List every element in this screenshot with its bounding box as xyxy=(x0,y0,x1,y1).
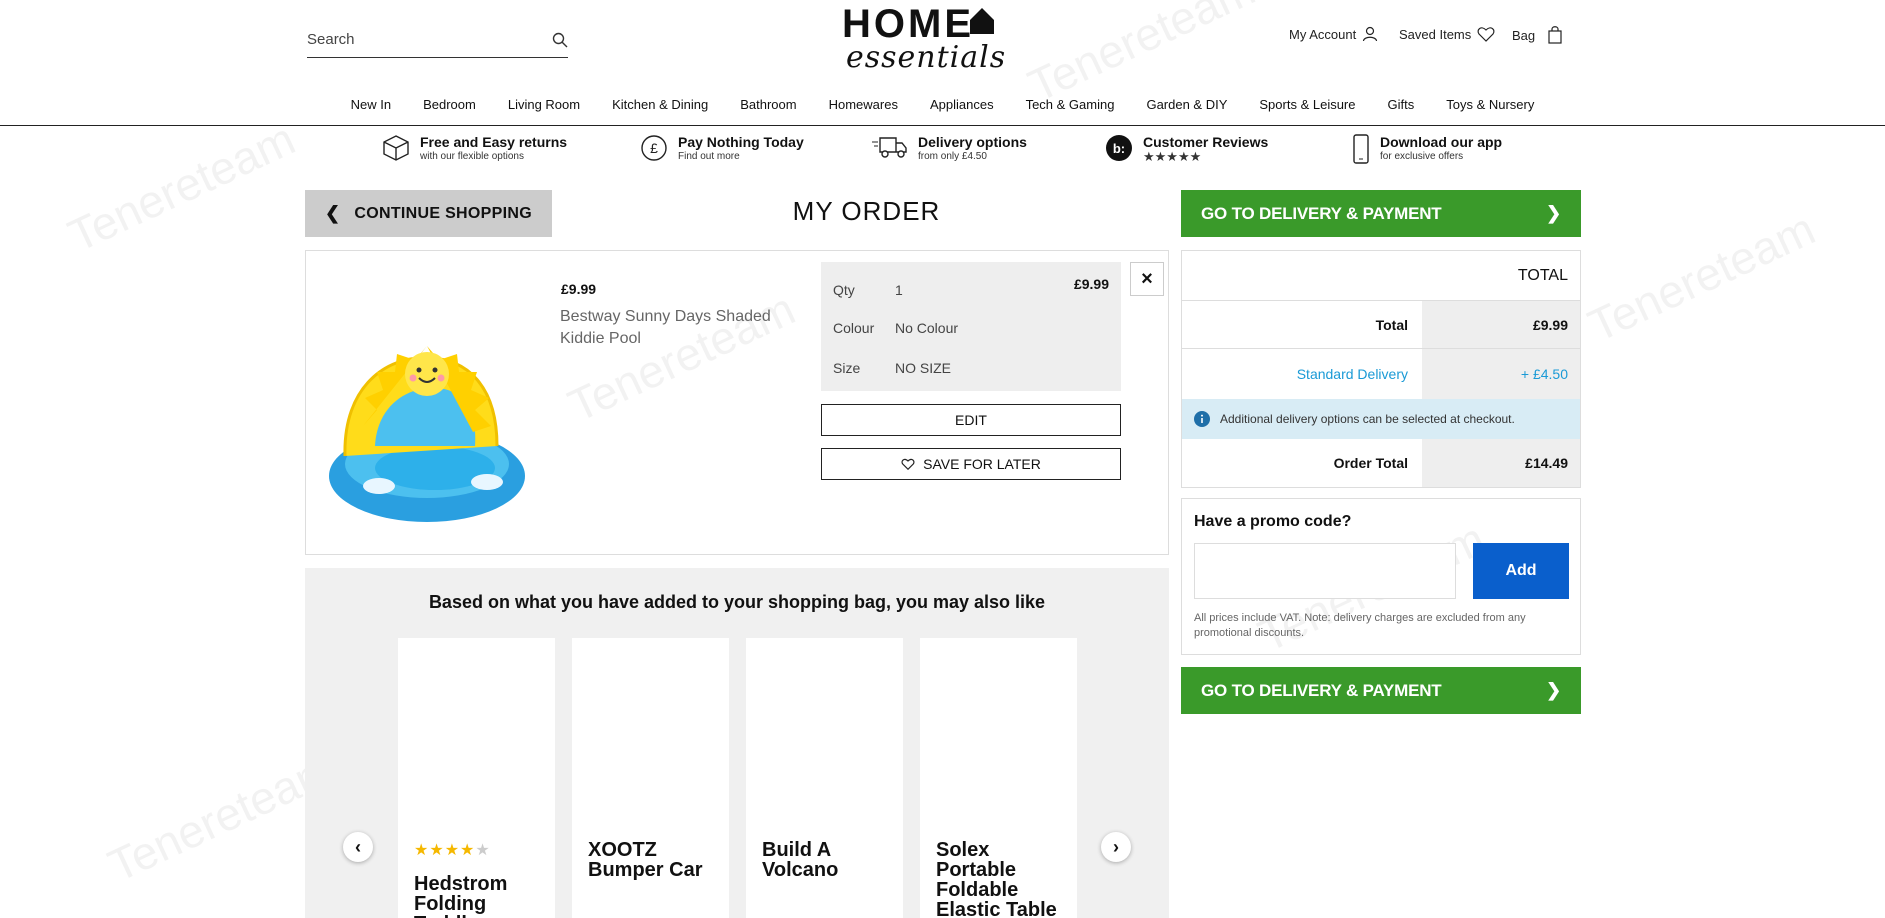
box-icon xyxy=(383,135,409,161)
chevron-right-icon: ❯ xyxy=(1546,203,1561,223)
main-nav: New In Bedroom Living Room Kitchen & Din… xyxy=(0,92,1885,126)
usp-app[interactable]: Download our app for exclusive offers xyxy=(1352,134,1502,164)
my-account-link[interactable]: My Account xyxy=(1289,26,1378,42)
heart-icon xyxy=(1477,27,1495,42)
bag-icon xyxy=(1548,26,1562,44)
logo-essentials: essentials xyxy=(846,40,1007,75)
qty-row: Qty 1 xyxy=(833,282,903,298)
usp-delivery[interactable]: Delivery options from only £4.50 xyxy=(872,134,1027,163)
item-price: £9.99 xyxy=(561,281,597,297)
item-options: Qty 1 £9.99 Colour No Colour Size NO SIZE xyxy=(821,262,1121,391)
carousel-next-button[interactable]: › xyxy=(1101,832,1131,862)
pound-icon: £ xyxy=(641,135,667,161)
promo-heading: Have a promo code? xyxy=(1194,513,1352,530)
promo-code-input[interactable] xyxy=(1194,543,1456,599)
usp-pay-nothing[interactable]: £ Pay Nothing Today Find out more xyxy=(640,134,804,163)
page-title: MY ORDER xyxy=(792,196,941,226)
rec-name: Hedstrom Folding Toddler xyxy=(414,873,508,918)
watermark: Tenereteam xyxy=(1580,202,1823,352)
colour-row: Colour No Colour xyxy=(833,320,959,336)
rec-name: XOOTZ Bumper Car xyxy=(588,839,703,881)
house-icon xyxy=(970,8,994,34)
info-icon xyxy=(1194,411,1210,427)
rec-card[interactable]: XOOTZ Bumper Car xyxy=(572,638,729,918)
carousel-prev-button[interactable]: ‹ xyxy=(343,832,373,862)
summary-header: TOTAL xyxy=(1182,251,1580,301)
heart-icon xyxy=(901,458,915,470)
usp-reviews[interactable]: b: Customer Reviews ★★★★★ xyxy=(1105,134,1268,163)
nav-bathroom[interactable]: Bathroom xyxy=(724,92,812,125)
nav-tech-gaming[interactable]: Tech & Gaming xyxy=(1010,92,1131,125)
promo-box: Have a promo code? Add All prices includ… xyxy=(1181,498,1581,655)
rating-stars: ★★★★★ xyxy=(414,842,491,859)
chevron-left-icon: ❮ xyxy=(325,203,341,223)
user-icon xyxy=(1363,26,1378,42)
qty-value[interactable]: 1 xyxy=(895,282,903,298)
save-for-later-button[interactable]: SAVE FOR LATER xyxy=(821,448,1121,480)
chevron-right-icon: ❯ xyxy=(1546,680,1561,700)
go-to-delivery-button-bottom[interactable]: GO TO DELIVERY & PAYMENT ❯ xyxy=(1181,667,1581,714)
truck-icon xyxy=(872,137,907,158)
search-input[interactable] xyxy=(307,31,527,48)
line-price: £9.99 xyxy=(1073,276,1109,292)
nav-new-in[interactable]: New In xyxy=(335,92,407,125)
order-summary: TOTAL Total £9.99 Standard Delivery + £4… xyxy=(1181,250,1581,488)
delivery-row: Standard Delivery + £4.50 xyxy=(1182,349,1580,399)
svg-text:£: £ xyxy=(650,140,658,156)
order-total-row: Order Total £14.49 xyxy=(1182,439,1580,487)
size-row: Size NO SIZE xyxy=(833,360,952,376)
usp-returns[interactable]: Free and Easy returns with our flexible o… xyxy=(382,134,567,163)
rec-card[interactable]: ★★★★★ Hedstrom Folding Toddler xyxy=(398,638,555,918)
go-to-delivery-button[interactable]: GO TO DELIVERY & PAYMENT ❯ xyxy=(1181,190,1581,237)
item-name[interactable]: Bestway Sunny Days Shaded Kiddie Pool xyxy=(560,306,802,350)
watermark: Tenereteam xyxy=(60,112,303,262)
rec-card[interactable]: Solex Portable Foldable Elastic Table xyxy=(920,638,1077,918)
rec-name: Build A Volcano xyxy=(762,839,839,881)
delivery-info: Additional delivery options can be selec… xyxy=(1182,399,1580,439)
total-row: Total £9.99 xyxy=(1182,301,1580,349)
nav-living-room[interactable]: Living Room xyxy=(492,92,596,125)
continue-shopping-button[interactable]: ❮ CONTINUE SHOPPING xyxy=(305,190,552,237)
remove-item-button[interactable]: × xyxy=(1130,262,1164,296)
search-icon[interactable] xyxy=(552,32,568,48)
logo-home: HOME xyxy=(842,4,1024,44)
nav-appliances[interactable]: Appliances xyxy=(914,92,1010,125)
rec-card[interactable]: Build A Volcano xyxy=(746,638,903,918)
svg-text:b:: b: xyxy=(1113,141,1125,156)
nav-garden-diy[interactable]: Garden & DIY xyxy=(1130,92,1243,125)
add-promo-button[interactable]: Add xyxy=(1473,543,1569,599)
nav-kitchen-dining[interactable]: Kitchen & Dining xyxy=(596,92,724,125)
vat-note: All prices include VAT. Note: delivery c… xyxy=(1194,612,1526,639)
edit-button[interactable]: EDIT xyxy=(821,404,1121,436)
page: Tenereteam Tenereteam Tenereteam Teneret… xyxy=(0,0,1885,918)
rec-name: Solex Portable Foldable Elastic Table xyxy=(936,839,1057,918)
nav-bedroom[interactable]: Bedroom xyxy=(407,92,492,125)
kiddie-pool-image xyxy=(329,346,525,522)
phone-icon xyxy=(1353,134,1369,164)
search-bar[interactable] xyxy=(307,22,568,58)
nav-homewares[interactable]: Homewares xyxy=(813,92,914,125)
saved-items-link[interactable]: Saved Items xyxy=(1399,26,1495,42)
nav-sports-leisure[interactable]: Sports & Leisure xyxy=(1243,92,1371,125)
site-logo[interactable]: HOME essentials xyxy=(842,4,1024,75)
recs-title: Based on what you have added to your sho… xyxy=(428,592,1046,612)
bag-link[interactable]: Bag xyxy=(1512,26,1563,44)
nav-toys-nursery[interactable]: Toys & Nursery xyxy=(1430,92,1550,125)
reviews-icon: b: xyxy=(1106,135,1132,161)
nav-gifts[interactable]: Gifts xyxy=(1372,92,1431,125)
